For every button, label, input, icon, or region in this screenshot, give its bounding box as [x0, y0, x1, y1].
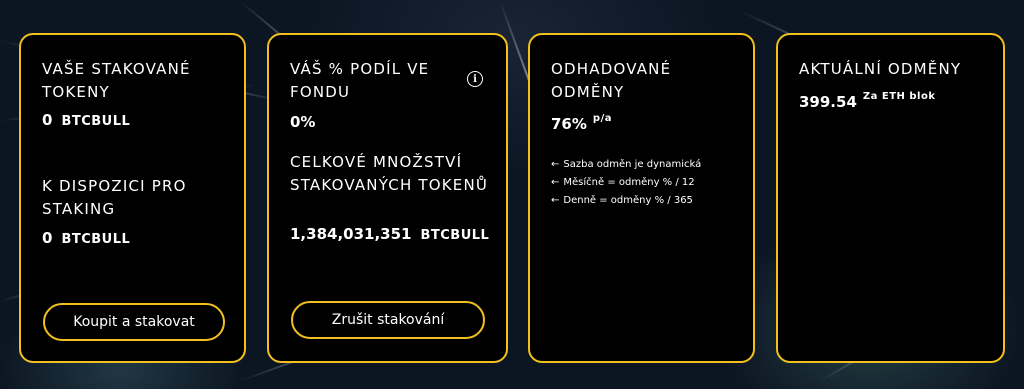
current-rewards-card: AKTUÁLNÍ ODMĚNY 399.54 Za ETH blok	[776, 33, 1005, 363]
current-rewards-amount: 399.54	[799, 93, 857, 111]
staked-unit: BTCBULL	[61, 114, 131, 129]
total-staked-unit: BTCBULL	[420, 228, 490, 243]
estimated-rewards-value: 76% p/a	[551, 113, 612, 133]
rewards-note-daily: ← Denně = odměny % / 365	[551, 195, 693, 206]
available-for-staking-label: K DISPOZICI PRO STAKING	[42, 177, 187, 218]
rewards-note-monthly: ← Měsíčně = odměny % / 12	[551, 177, 695, 188]
buy-and-stake-button[interactable]: Koupit a stakovat	[43, 303, 225, 341]
pool-share-card: VÁŠ % PODÍL VE FONDU i 0% CELKOVÉ MNOŽST…	[267, 33, 508, 363]
rewards-note-text: Měsíčně = odměny % / 12	[563, 177, 695, 188]
info-icon[interactable]: i	[467, 71, 483, 87]
rewards-note-text: Denně = odměny % / 365	[563, 195, 693, 206]
pool-share-value: 0%	[290, 113, 316, 131]
rewards-note-text: Sazba odměn je dynamická	[563, 159, 702, 170]
pool-share-label: VÁŠ % PODÍL VE FONDU	[290, 60, 430, 101]
rewards-note-dynamic: ← Sazba odměn je dynamická	[551, 159, 701, 170]
current-rewards-label: AKTUÁLNÍ ODMĚNY	[799, 60, 962, 78]
staked-tokens-value: 0 BTCBULL	[42, 111, 130, 129]
unstake-button[interactable]: Zrušit stakování	[291, 301, 485, 339]
staked-tokens-card: VAŠE STAKOVANÉ TOKENY 0 BTCBULL K DISPOZI…	[19, 33, 246, 363]
arrow-left-icon: ←	[551, 159, 560, 170]
available-unit: BTCBULL	[61, 232, 131, 247]
arrow-left-icon: ←	[551, 177, 560, 188]
total-staked-label: CELKOVÉ MNOŽSTVÍ STAKOVANÝCH TOKENŮ	[290, 153, 489, 194]
arrow-left-icon: ←	[551, 195, 560, 206]
current-rewards-value: 399.54 Za ETH blok	[799, 91, 936, 111]
per-eth-block-suffix: Za ETH blok	[862, 91, 936, 102]
estimated-rewards-card: ODHADOVANÉ ODMĚNY 76% p/a ← Sazba odměn je…	[528, 33, 755, 363]
available-amount: 0	[42, 229, 53, 247]
staked-amount: 0	[42, 111, 53, 129]
estimated-rewards-label: ODHADOVANÉ ODMĚNY	[551, 60, 672, 101]
staked-tokens-label: VAŠE STAKOVANÉ TOKENY	[42, 60, 191, 101]
total-staked-amount: 1,384,031,351	[290, 225, 412, 243]
estimated-rewards-percent: 76%	[551, 115, 587, 133]
total-staked-value: 1,384,031,351 BTCBULL	[290, 225, 489, 243]
available-for-staking-value: 0 BTCBULL	[42, 229, 130, 247]
per-annum-suffix: p/a	[592, 113, 612, 124]
